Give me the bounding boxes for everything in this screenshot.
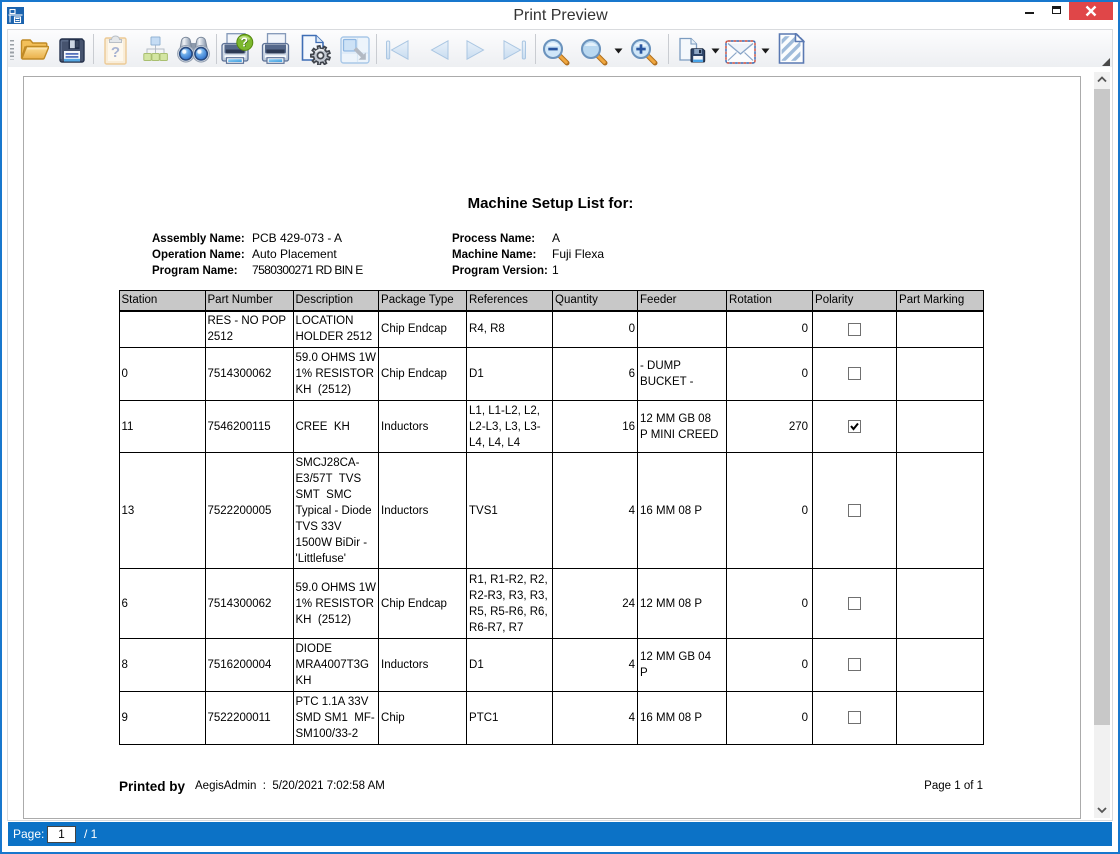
svg-text:?: ?	[240, 36, 248, 50]
svg-text:?: ?	[111, 44, 120, 61]
